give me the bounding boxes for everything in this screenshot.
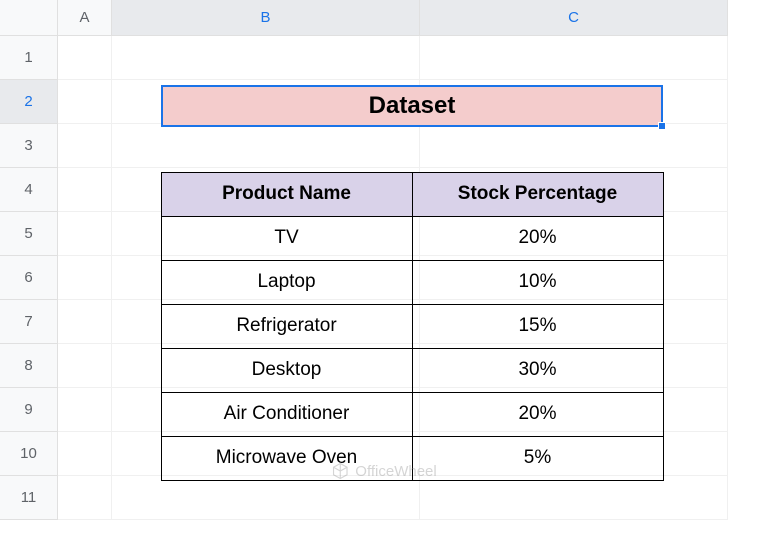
cell-stock[interactable]: 20%	[412, 392, 664, 437]
dataset-title-text: Dataset	[369, 92, 456, 120]
column-header-c[interactable]: C	[420, 0, 728, 36]
cell-product[interactable]: Refrigerator	[161, 304, 413, 349]
table-row: Refrigerator 15%	[161, 304, 663, 348]
cell-a9[interactable]	[58, 388, 112, 432]
cell-product[interactable]: Laptop	[161, 260, 413, 305]
cell-a1[interactable]	[58, 36, 112, 80]
cell-a4[interactable]	[58, 168, 112, 212]
cell-c11[interactable]	[420, 476, 728, 520]
cell-a2[interactable]	[58, 80, 112, 124]
cell-b1[interactable]	[112, 36, 420, 80]
row-header-1[interactable]: 1	[0, 36, 58, 80]
header-product-name[interactable]: Product Name	[161, 172, 413, 217]
cell-product[interactable]: TV	[161, 216, 413, 261]
watermark-text: OfficeWheel	[355, 463, 436, 480]
cell-product[interactable]: Air Conditioner	[161, 392, 413, 437]
row-header-7[interactable]: 7	[0, 300, 58, 344]
cell-stock[interactable]: 10%	[412, 260, 664, 305]
cell-a3[interactable]	[58, 124, 112, 168]
row-header-5[interactable]: 5	[0, 212, 58, 256]
header-stock-percentage[interactable]: Stock Percentage	[412, 172, 664, 217]
cell-c1[interactable]	[420, 36, 728, 80]
cell-a7[interactable]	[58, 300, 112, 344]
cell-stock[interactable]: 20%	[412, 216, 664, 261]
table-row: TV 20%	[161, 216, 663, 260]
data-table: Product Name Stock Percentage TV 20% Lap…	[161, 172, 663, 480]
watermark-icon	[331, 462, 349, 480]
cell-stock[interactable]: 30%	[412, 348, 664, 393]
table-row: Air Conditioner 20%	[161, 392, 663, 436]
cell-a5[interactable]	[58, 212, 112, 256]
cell-stock[interactable]: 5%	[412, 436, 664, 481]
row-header-9[interactable]: 9	[0, 388, 58, 432]
table-row: Desktop 30%	[161, 348, 663, 392]
select-all-corner[interactable]	[0, 0, 58, 36]
cell-product[interactable]: Desktop	[161, 348, 413, 393]
dataset-title-selection[interactable]: Dataset	[161, 85, 663, 127]
watermark: OfficeWheel	[331, 462, 436, 480]
cell-a11[interactable]	[58, 476, 112, 520]
table-row: Laptop 10%	[161, 260, 663, 304]
column-header-a[interactable]: A	[58, 0, 112, 36]
cell-c3[interactable]	[420, 124, 728, 168]
column-header-b[interactable]: B	[112, 0, 420, 36]
row-header-2[interactable]: 2	[0, 80, 58, 124]
row-header-6[interactable]: 6	[0, 256, 58, 300]
selection-fill-handle[interactable]	[658, 122, 666, 130]
row-header-3[interactable]: 3	[0, 124, 58, 168]
row-header-10[interactable]: 10	[0, 432, 58, 476]
table-header-row: Product Name Stock Percentage	[161, 172, 663, 216]
cell-stock[interactable]: 15%	[412, 304, 664, 349]
cell-a10[interactable]	[58, 432, 112, 476]
cell-b11[interactable]	[112, 476, 420, 520]
row-header-11[interactable]: 11	[0, 476, 58, 520]
cell-b3[interactable]	[112, 124, 420, 168]
row-header-8[interactable]: 8	[0, 344, 58, 388]
row-header-4[interactable]: 4	[0, 168, 58, 212]
cell-a8[interactable]	[58, 344, 112, 388]
cell-a6[interactable]	[58, 256, 112, 300]
